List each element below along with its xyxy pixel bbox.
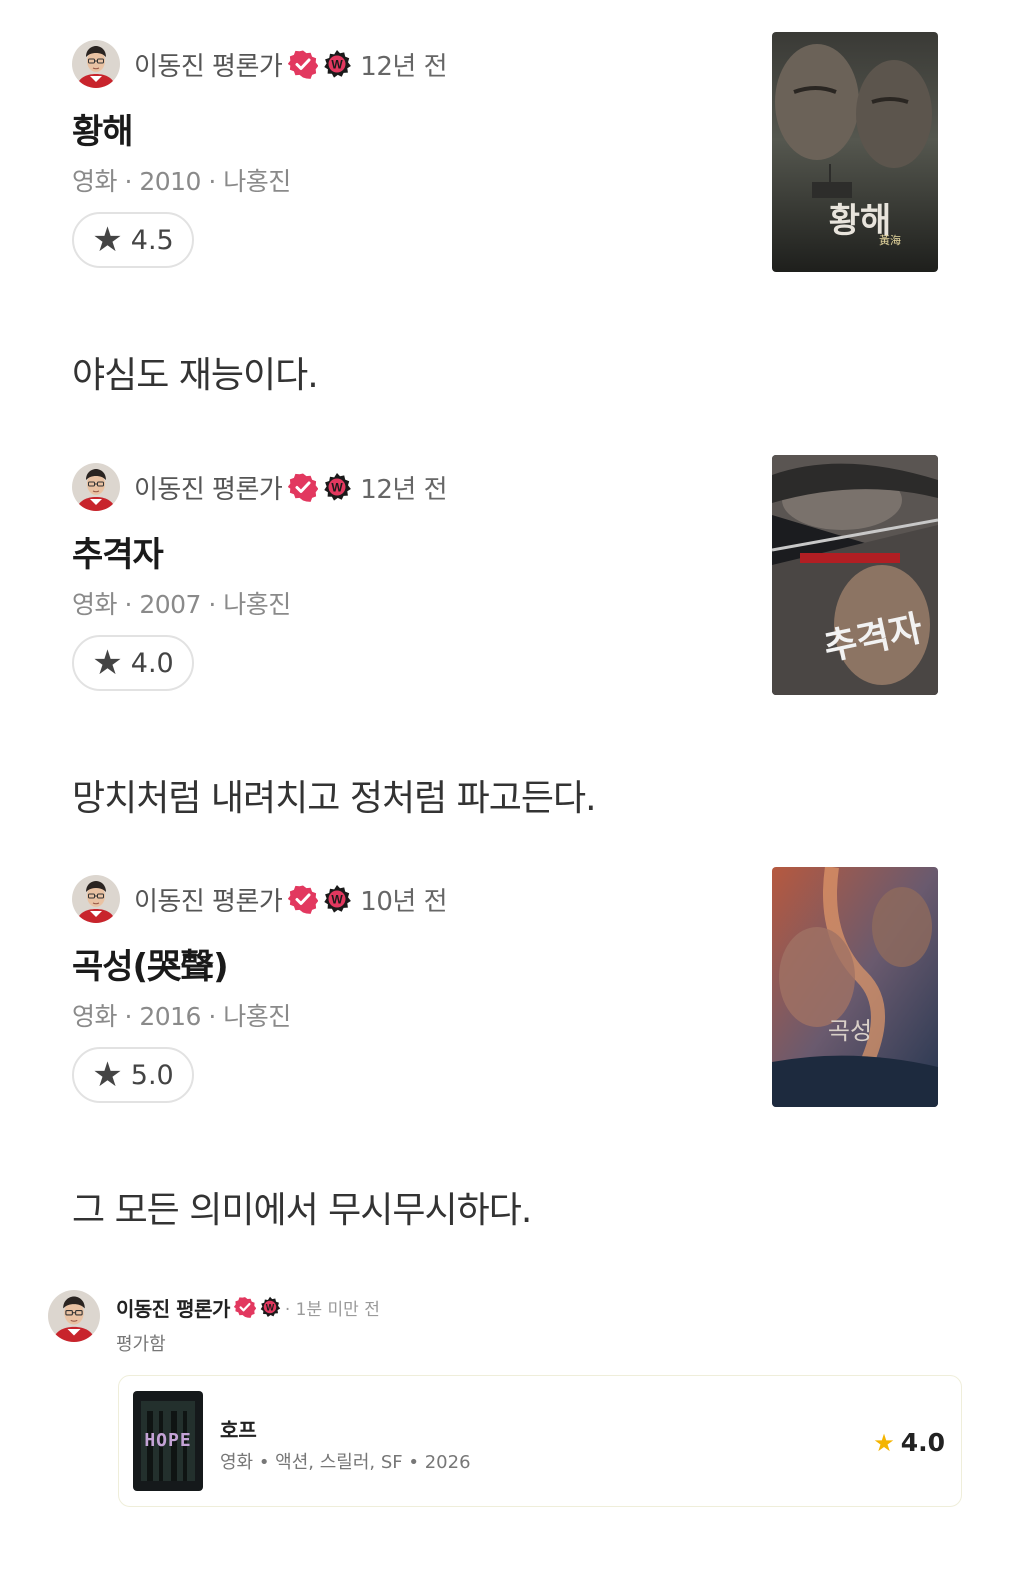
movie-poster[interactable]: HOPE <box>133 1391 203 1491</box>
review-text[interactable]: 야심도 재능이다. <box>72 346 319 398</box>
review-author[interactable]: 이동진 평론가 10년 전 <box>72 875 447 923</box>
movie-meta: 영화 • 액션, 스릴러, SF • 2026 <box>220 1452 471 1473</box>
movie-meta: 영화 · 2016 · 나홍진 <box>72 1002 291 1031</box>
movie-title[interactable]: 추격자 <box>72 527 164 576</box>
rating-value: 4.0 <box>130 647 174 679</box>
rating-value: 4.0 <box>900 1428 945 1457</box>
review-time: 10년 전 <box>360 886 447 917</box>
feed-action: 평가함 <box>116 1334 166 1355</box>
review-text[interactable]: 망치처럼 내려치고 정처럼 파고든다. <box>72 769 597 821</box>
movie-title[interactable]: 황해 <box>72 104 134 153</box>
author-name[interactable]: 이동진 평론가 <box>134 469 283 506</box>
review-text[interactable]: 그 모든 의미에서 무시무시하다. <box>72 1181 532 1233</box>
movie-meta: 영화 · 2010 · 나홍진 <box>72 167 291 196</box>
poster-title-text: 곡성 <box>828 1017 872 1045</box>
star-icon: ★ <box>92 1055 123 1095</box>
feed-item[interactable]: 이동진 평론가 · 1분 미만 전 평가함 HOPE 호프 영화 • 액션, 스… <box>0 1280 1024 1520</box>
watcha-w-badge-icon <box>259 1296 281 1318</box>
review-author[interactable]: 이동진 평론가 12년 전 <box>72 463 447 511</box>
rating-value: 4.5 <box>130 224 174 256</box>
movie-title[interactable]: 호프 <box>220 1414 257 1443</box>
review-time: 12년 전 <box>360 474 447 505</box>
verified-check-icon <box>288 472 318 502</box>
watcha-w-badge-icon <box>322 49 352 79</box>
star-icon: ★ <box>92 220 123 260</box>
rating-badge: ★ 4.0 <box>72 635 194 691</box>
movie-poster[interactable]: 곡성 <box>772 867 938 1107</box>
rating-badge: ★ 4.0 <box>873 1428 945 1457</box>
verified-check-icon <box>234 1296 256 1318</box>
movie-card[interactable]: HOPE 호프 영화 • 액션, 스릴러, SF • 2026 ★ 4.0 <box>118 1375 962 1507</box>
review-time: 12년 전 <box>360 51 447 82</box>
movie-poster[interactable]: 황해 黃海 <box>772 32 938 272</box>
svg-text:黃海: 黃海 <box>879 233 901 247</box>
movie-title[interactable]: 곡성(哭聲) <box>72 939 229 988</box>
avatar[interactable] <box>72 463 120 511</box>
rating-value: 5.0 <box>130 1059 174 1091</box>
watcha-w-badge-icon <box>322 884 352 914</box>
author-name[interactable]: 이동진 평론가 <box>134 881 283 918</box>
verified-check-icon <box>288 884 318 914</box>
rating-badge: ★ 4.5 <box>72 212 194 268</box>
author-name[interactable]: 이동진 평론가 <box>134 46 283 83</box>
feed-time: · 1분 미만 전 <box>284 1299 380 1320</box>
rating-badge: ★ 5.0 <box>72 1047 194 1103</box>
movie-poster[interactable]: 추격자 <box>772 455 938 695</box>
poster-title-text: HOPE <box>144 1430 191 1451</box>
star-icon: ★ <box>873 1428 895 1457</box>
review-author[interactable]: 이동진 평론가 12년 전 <box>72 40 447 88</box>
watcha-w-badge-icon <box>322 472 352 502</box>
feed-header: 이동진 평론가 · 1분 미만 전 <box>116 1292 380 1322</box>
author-name[interactable]: 이동진 평론가 <box>116 1293 230 1322</box>
avatar[interactable] <box>72 875 120 923</box>
movie-meta: 영화 · 2007 · 나홍진 <box>72 590 291 619</box>
star-icon: ★ <box>92 643 123 683</box>
avatar[interactable] <box>48 1290 100 1342</box>
avatar[interactable] <box>72 40 120 88</box>
verified-check-icon <box>288 49 318 79</box>
